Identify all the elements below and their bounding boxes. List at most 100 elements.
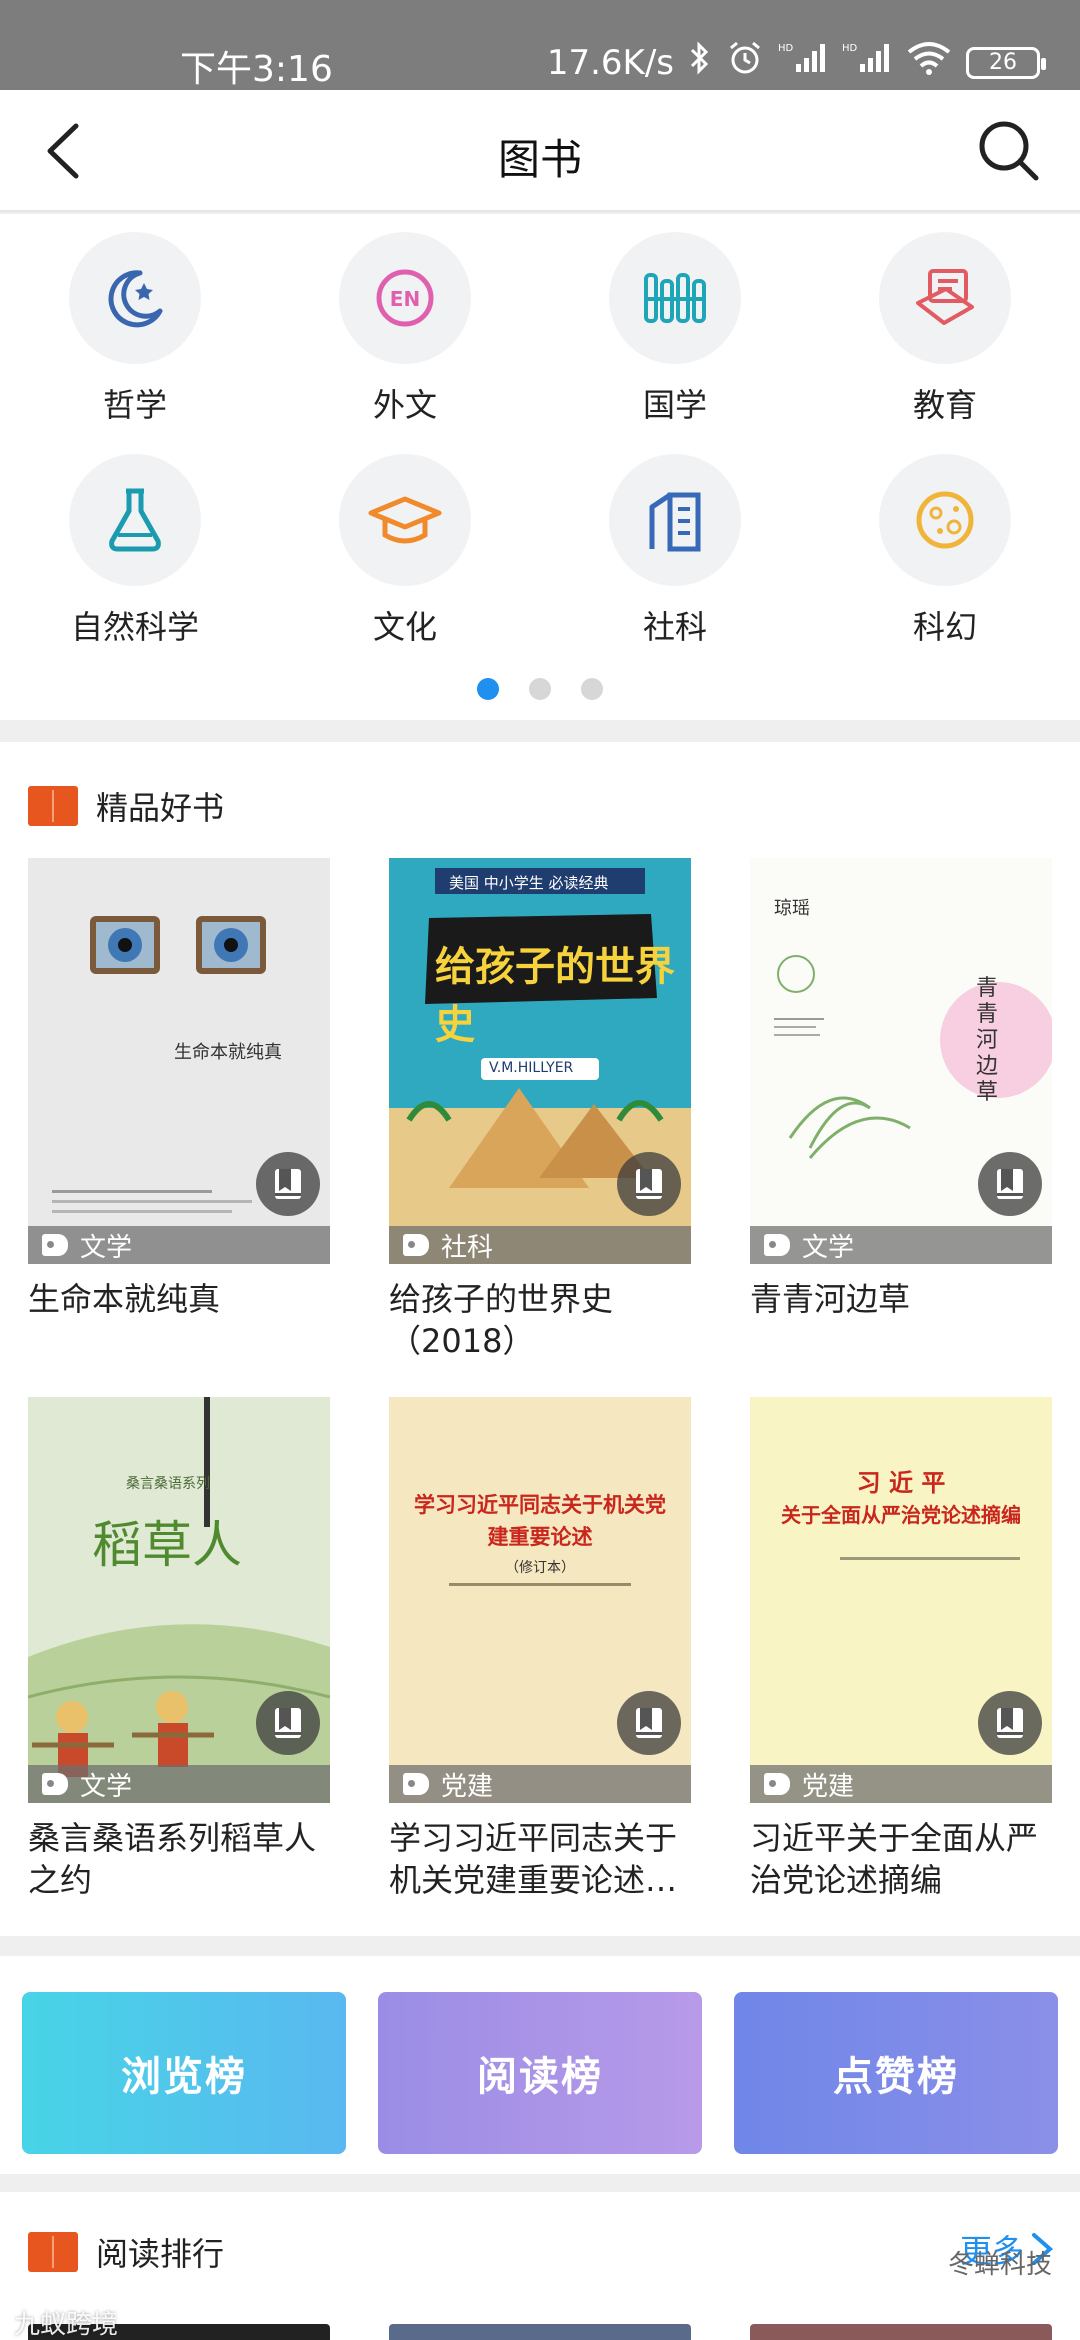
category-label: 自然科学 <box>70 608 199 646</box>
alarm-icon <box>726 40 764 85</box>
book-cover-peek[interactable] <box>750 2324 1052 2340</box>
ebook-button[interactable] <box>256 1691 320 1755</box>
planet-icon <box>916 491 974 549</box>
battery-icon: 26 <box>966 46 1046 79</box>
ebook-button[interactable] <box>617 1691 681 1755</box>
read-rank-button[interactable]: 阅读榜 <box>378 1992 702 2154</box>
category-icon-circle <box>609 232 741 364</box>
cover-title: 给孩子的世界史 <box>435 944 675 1048</box>
search-button[interactable] <box>976 118 1040 182</box>
book-title[interactable]: 青青河边草 <box>750 1278 1052 1320</box>
book-cover[interactable]: 生命本就纯真 文学 <box>28 858 330 1264</box>
book-title[interactable]: 给孩子的世界史（2018） <box>389 1278 691 1362</box>
wifi-icon <box>906 40 952 85</box>
tag-label: 党建 <box>802 1771 855 1802</box>
status-icons: 17.6K/s HD HD 26 <box>547 40 1046 85</box>
tag-label: 文学 <box>80 1771 133 1802</box>
category-icon-circle <box>879 232 1011 364</box>
book-bookmark-icon <box>275 1169 301 1199</box>
category-label: 科幻 <box>912 608 977 646</box>
book-title[interactable]: 桑言桑语系列稻草人之约 <box>28 1817 330 1901</box>
watermark-right: 冬蝉科技 <box>947 2250 1052 2280</box>
graduation-cap-icon <box>368 496 442 544</box>
category-icon-circle <box>609 454 741 586</box>
svg-text:EN: EN <box>390 287 420 311</box>
category-icon-circle <box>879 454 1011 586</box>
open-book-icon <box>28 786 78 826</box>
book-bookmark-icon <box>275 1708 301 1738</box>
category-icon-circle <box>69 232 201 364</box>
category-item[interactable]: 哲学 <box>35 232 235 426</box>
open-book-icon <box>28 2232 78 2272</box>
category-tag: 党建 <box>750 1765 1052 1803</box>
cover-title: 青青河边草 <box>976 976 999 1105</box>
section-title: 精品好书 <box>96 789 225 827</box>
featured-books-section: 精品好书 生命本就纯真 文学 生命本就纯真 美国 中小学生 必读经典 给孩子的世… <box>0 742 1080 1936</box>
page-dot-active[interactable] <box>477 678 499 700</box>
browse-rank-button[interactable]: 浏览榜 <box>22 1992 346 2154</box>
book-cover[interactable]: 学习习近平同志关于机关党建重要论述 （修订本） 党建 <box>389 1397 691 1803</box>
category-item[interactable]: 科幻 <box>845 454 1045 648</box>
book-cover[interactable]: 习 近 平 关于全面从严治党论述摘编 党建 <box>750 1397 1052 1803</box>
tag-icon <box>403 1234 429 1256</box>
bamboo-scroll-icon <box>644 273 706 323</box>
flask-icon <box>109 488 161 552</box>
ebook-button[interactable] <box>978 1152 1042 1216</box>
page-indicator <box>0 678 1080 700</box>
section-title: 阅读排行 <box>96 2235 225 2273</box>
tag-icon <box>403 1773 429 1795</box>
signal-hd-icon-2: HD <box>842 40 892 85</box>
category-icon-circle <box>69 454 201 586</box>
reading-rank-header: 阅读排行 <box>28 2224 224 2280</box>
book-card[interactable]: 桑言桑语系列 稻草人 文学 桑言桑语系列稻草人之约 <box>28 1397 330 1901</box>
book-title[interactable]: 学习习近平同志关于机关党建重要论述… <box>389 1817 691 1901</box>
book-cover[interactable]: 桑言桑语系列 稻草人 文学 <box>28 1397 330 1803</box>
cover-title: 生命本就纯真 <box>174 1042 282 1063</box>
tag-icon <box>764 1773 790 1795</box>
book-card[interactable]: 美国 中小学生 必读经典 给孩子的世界史 V.M.HILLYER 社科 给孩子的… <box>389 858 691 1362</box>
like-rank-button[interactable]: 点赞榜 <box>734 1992 1058 2154</box>
cover-series: 桑言桑语系列 <box>126 1476 210 1492</box>
tag-label: 社科 <box>441 1232 494 1263</box>
category-tag: 社科 <box>389 1226 691 1264</box>
watermark-left: 九蚁跨境 <box>14 2310 119 2340</box>
signal-hd-icon: HD <box>778 40 828 85</box>
book-title[interactable]: 习近平关于全面从严治党论述摘编 <box>750 1817 1052 1901</box>
book-card[interactable]: 生命本就纯真 文学 生命本就纯真 <box>28 858 330 1320</box>
book-card[interactable]: 琼瑶 青青河边草 文学 青青河边草 <box>750 858 1052 1320</box>
page-dot[interactable] <box>529 678 551 700</box>
book-title[interactable]: 生命本就纯真 <box>28 1278 330 1320</box>
cover-banner: 美国 中小学生 必读经典 <box>449 874 609 892</box>
book-cover[interactable]: 美国 中小学生 必读经典 给孩子的世界史 V.M.HILLYER 社科 <box>389 858 691 1264</box>
book-card[interactable]: 学习习近平同志关于机关党建重要论述 （修订本） 党建 学习习近平同志关于机关党建… <box>389 1397 691 1901</box>
book-stack-icon <box>916 269 974 325</box>
category-item[interactable]: 教育 <box>845 232 1045 426</box>
ebook-button[interactable] <box>617 1152 681 1216</box>
book-card[interactable]: 习 近 平 关于全面从严治党论述摘编 党建 习近平关于全面从严治党论述摘编 <box>750 1397 1052 1901</box>
category-label: 国学 <box>642 386 707 424</box>
cover-title: 稻草人 <box>92 1516 242 1574</box>
building-doc-icon <box>649 492 701 552</box>
category-item[interactable]: 社科 <box>575 454 775 648</box>
book-bookmark-icon <box>636 1169 662 1199</box>
tag-icon <box>42 1773 68 1795</box>
category-item[interactable]: 文化 <box>305 454 505 648</box>
moon-star-icon <box>108 270 163 328</box>
category-icon-circle <box>339 454 471 586</box>
category-tag: 文学 <box>28 1226 330 1264</box>
category-icon-circle: EN <box>339 232 471 364</box>
category-tag: 文学 <box>750 1226 1052 1264</box>
ebook-button[interactable] <box>256 1152 320 1216</box>
page-dot[interactable] <box>581 678 603 700</box>
rank-buttons-section: 浏览榜 阅读榜 点赞榜 <box>0 1956 1080 2174</box>
page-title: 图书 <box>497 135 582 184</box>
category-item[interactable]: 自然科学 <box>35 454 235 648</box>
book-cover-peek[interactable] <box>389 2324 691 2340</box>
category-label: 哲学 <box>102 386 167 424</box>
category-item[interactable]: 国学 <box>575 232 775 426</box>
svg-text:HD: HD <box>778 43 794 54</box>
ebook-button[interactable] <box>978 1691 1042 1755</box>
category-item[interactable]: EN 外文 <box>305 232 505 426</box>
book-cover[interactable]: 琼瑶 青青河边草 文学 <box>750 858 1052 1264</box>
tag-icon <box>42 1234 68 1256</box>
